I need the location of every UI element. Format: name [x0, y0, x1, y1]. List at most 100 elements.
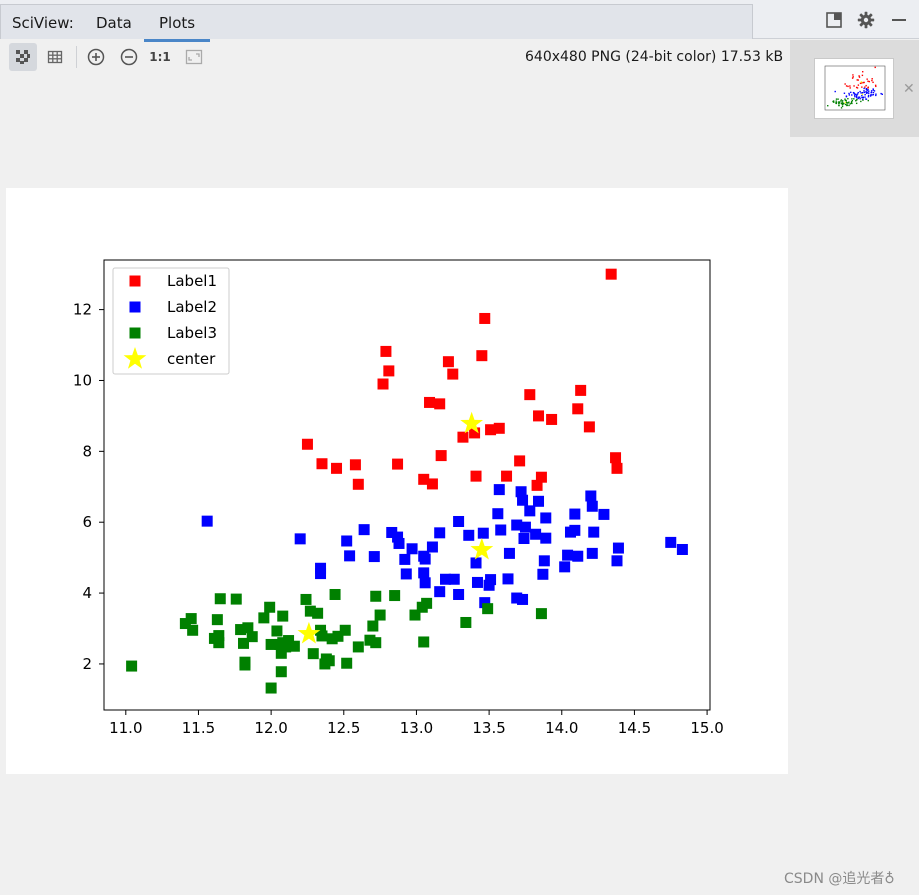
- data-point: [477, 527, 489, 539]
- thumbnail-point: [863, 90, 865, 92]
- thumbnail-point: [857, 84, 860, 86]
- zoom-out-icon[interactable]: [115, 43, 143, 71]
- data-point: [503, 547, 515, 559]
- thumbnail-point: [851, 102, 853, 105]
- thumbnail-image: [824, 65, 886, 111]
- thumbnail-point: [872, 91, 875, 94]
- minimize-icon[interactable]: [890, 11, 908, 29]
- thumbnail-point: [860, 100, 862, 103]
- x-tick-label: 13.0: [400, 719, 433, 737]
- data-point: [434, 586, 446, 598]
- data-point: [316, 458, 328, 470]
- data-point: [471, 576, 483, 588]
- y-axis-ticks: 2 4 6 8 10 12: [73, 301, 104, 673]
- x-tick-label: 12.0: [254, 719, 287, 737]
- legend-label: center: [167, 350, 216, 368]
- thumbnail-point: [860, 81, 863, 83]
- thumbnail-point: [861, 92, 864, 94]
- data-point: [418, 567, 430, 579]
- thumbnail-point: [872, 81, 874, 84]
- thumbnail-point: [848, 101, 850, 103]
- data-point: [453, 588, 465, 600]
- data-point: [501, 470, 513, 482]
- data-point: [419, 553, 431, 565]
- data-point: [312, 607, 324, 619]
- data-point: [426, 541, 438, 553]
- actual-size-button[interactable]: 1:1: [146, 43, 174, 71]
- scatter-chart: 11.0 11.5 12.0 12.5 13.0 13.5 14.0 14.5 15.0 2 4 6…: [73, 259, 724, 737]
- thumbnail-point: [843, 92, 846, 94]
- data-point: [518, 533, 530, 545]
- thumbnail-point: [841, 105, 844, 107]
- x-axis-ticks: 11.0 11.5 12.0 12.5 13.0 13.5 14.0 14.5 15.0: [109, 710, 724, 737]
- thumbnail-point: [868, 90, 870, 92]
- legend-marker: [129, 275, 141, 287]
- thumbnail-point: [871, 78, 873, 80]
- data-point: [493, 484, 505, 496]
- y-tick-label: 12: [73, 301, 92, 319]
- legend-label: Label2: [167, 298, 217, 316]
- data-point: [583, 421, 595, 433]
- thumbnail-marks: [827, 66, 883, 109]
- thumbnail-point: [860, 92, 862, 94]
- thumbnail-point: [866, 78, 868, 80]
- fit-window-icon[interactable]: [180, 43, 208, 71]
- plot-toolbar: 1:1 640x480 PNG (24-bit color) 17.53 kB: [0, 40, 790, 74]
- thumbnail-point: [868, 92, 870, 94]
- x-tick-label: 14.5: [618, 719, 651, 737]
- thumbnail-point: [864, 96, 866, 98]
- thumbnail-point: [861, 86, 863, 88]
- data-point: [562, 549, 574, 561]
- data-point: [495, 524, 507, 536]
- data-point: [392, 458, 404, 470]
- thumbnail-point: [867, 99, 870, 102]
- data-point: [277, 610, 289, 622]
- thumbnail-point: [835, 100, 837, 102]
- tab-strip: SciView: Data Plots: [0, 4, 753, 42]
- x-tick-label: 11.5: [182, 719, 215, 737]
- data-point: [419, 577, 431, 589]
- y-tick-label: 2: [82, 655, 92, 673]
- thumbnail-point: [843, 103, 845, 105]
- plot-thumbnail[interactable]: [814, 58, 894, 119]
- y-tick-label: 8: [82, 442, 92, 460]
- actual-size-label: 1:1: [149, 50, 171, 64]
- data-point: [463, 529, 475, 541]
- thumbnail-point: [849, 87, 851, 89]
- thumbnail-point: [872, 93, 875, 96]
- thumbnail-point: [861, 94, 863, 97]
- checkerboard-icon[interactable]: [9, 43, 37, 71]
- restore-window-icon[interactable]: [825, 11, 843, 29]
- data-point: [569, 524, 581, 536]
- data-point: [434, 398, 446, 410]
- thumbnail-point: [875, 85, 877, 88]
- data-point: [572, 403, 584, 415]
- data-point: [470, 470, 482, 482]
- zoom-in-icon[interactable]: [82, 43, 110, 71]
- data-point: [368, 551, 380, 563]
- data-point: [239, 659, 251, 671]
- data-point: [447, 368, 459, 380]
- data-point: [540, 512, 552, 524]
- data-point: [307, 648, 319, 660]
- data-point: [533, 495, 545, 507]
- data-point: [271, 625, 283, 637]
- close-icon[interactable]: ✕: [903, 81, 915, 97]
- data-point: [586, 547, 598, 559]
- data-point: [538, 555, 550, 567]
- tab-data[interactable]: Data: [96, 14, 132, 32]
- legend: Label1 Label2 Label3 center: [112, 267, 230, 375]
- data-point: [610, 452, 622, 464]
- tab-plots[interactable]: Plots: [159, 14, 195, 32]
- data-point: [341, 535, 353, 547]
- gear-icon[interactable]: [857, 11, 875, 29]
- thumbnail-point: [854, 95, 856, 98]
- thumbnail-point: [862, 99, 864, 101]
- data-point: [352, 478, 364, 490]
- data-point: [374, 609, 386, 621]
- data-point: [485, 574, 497, 586]
- y-tick-label: 4: [82, 584, 92, 602]
- thumbnail-point: [844, 101, 846, 104]
- grid-icon[interactable]: [41, 43, 69, 71]
- data-point: [389, 590, 401, 602]
